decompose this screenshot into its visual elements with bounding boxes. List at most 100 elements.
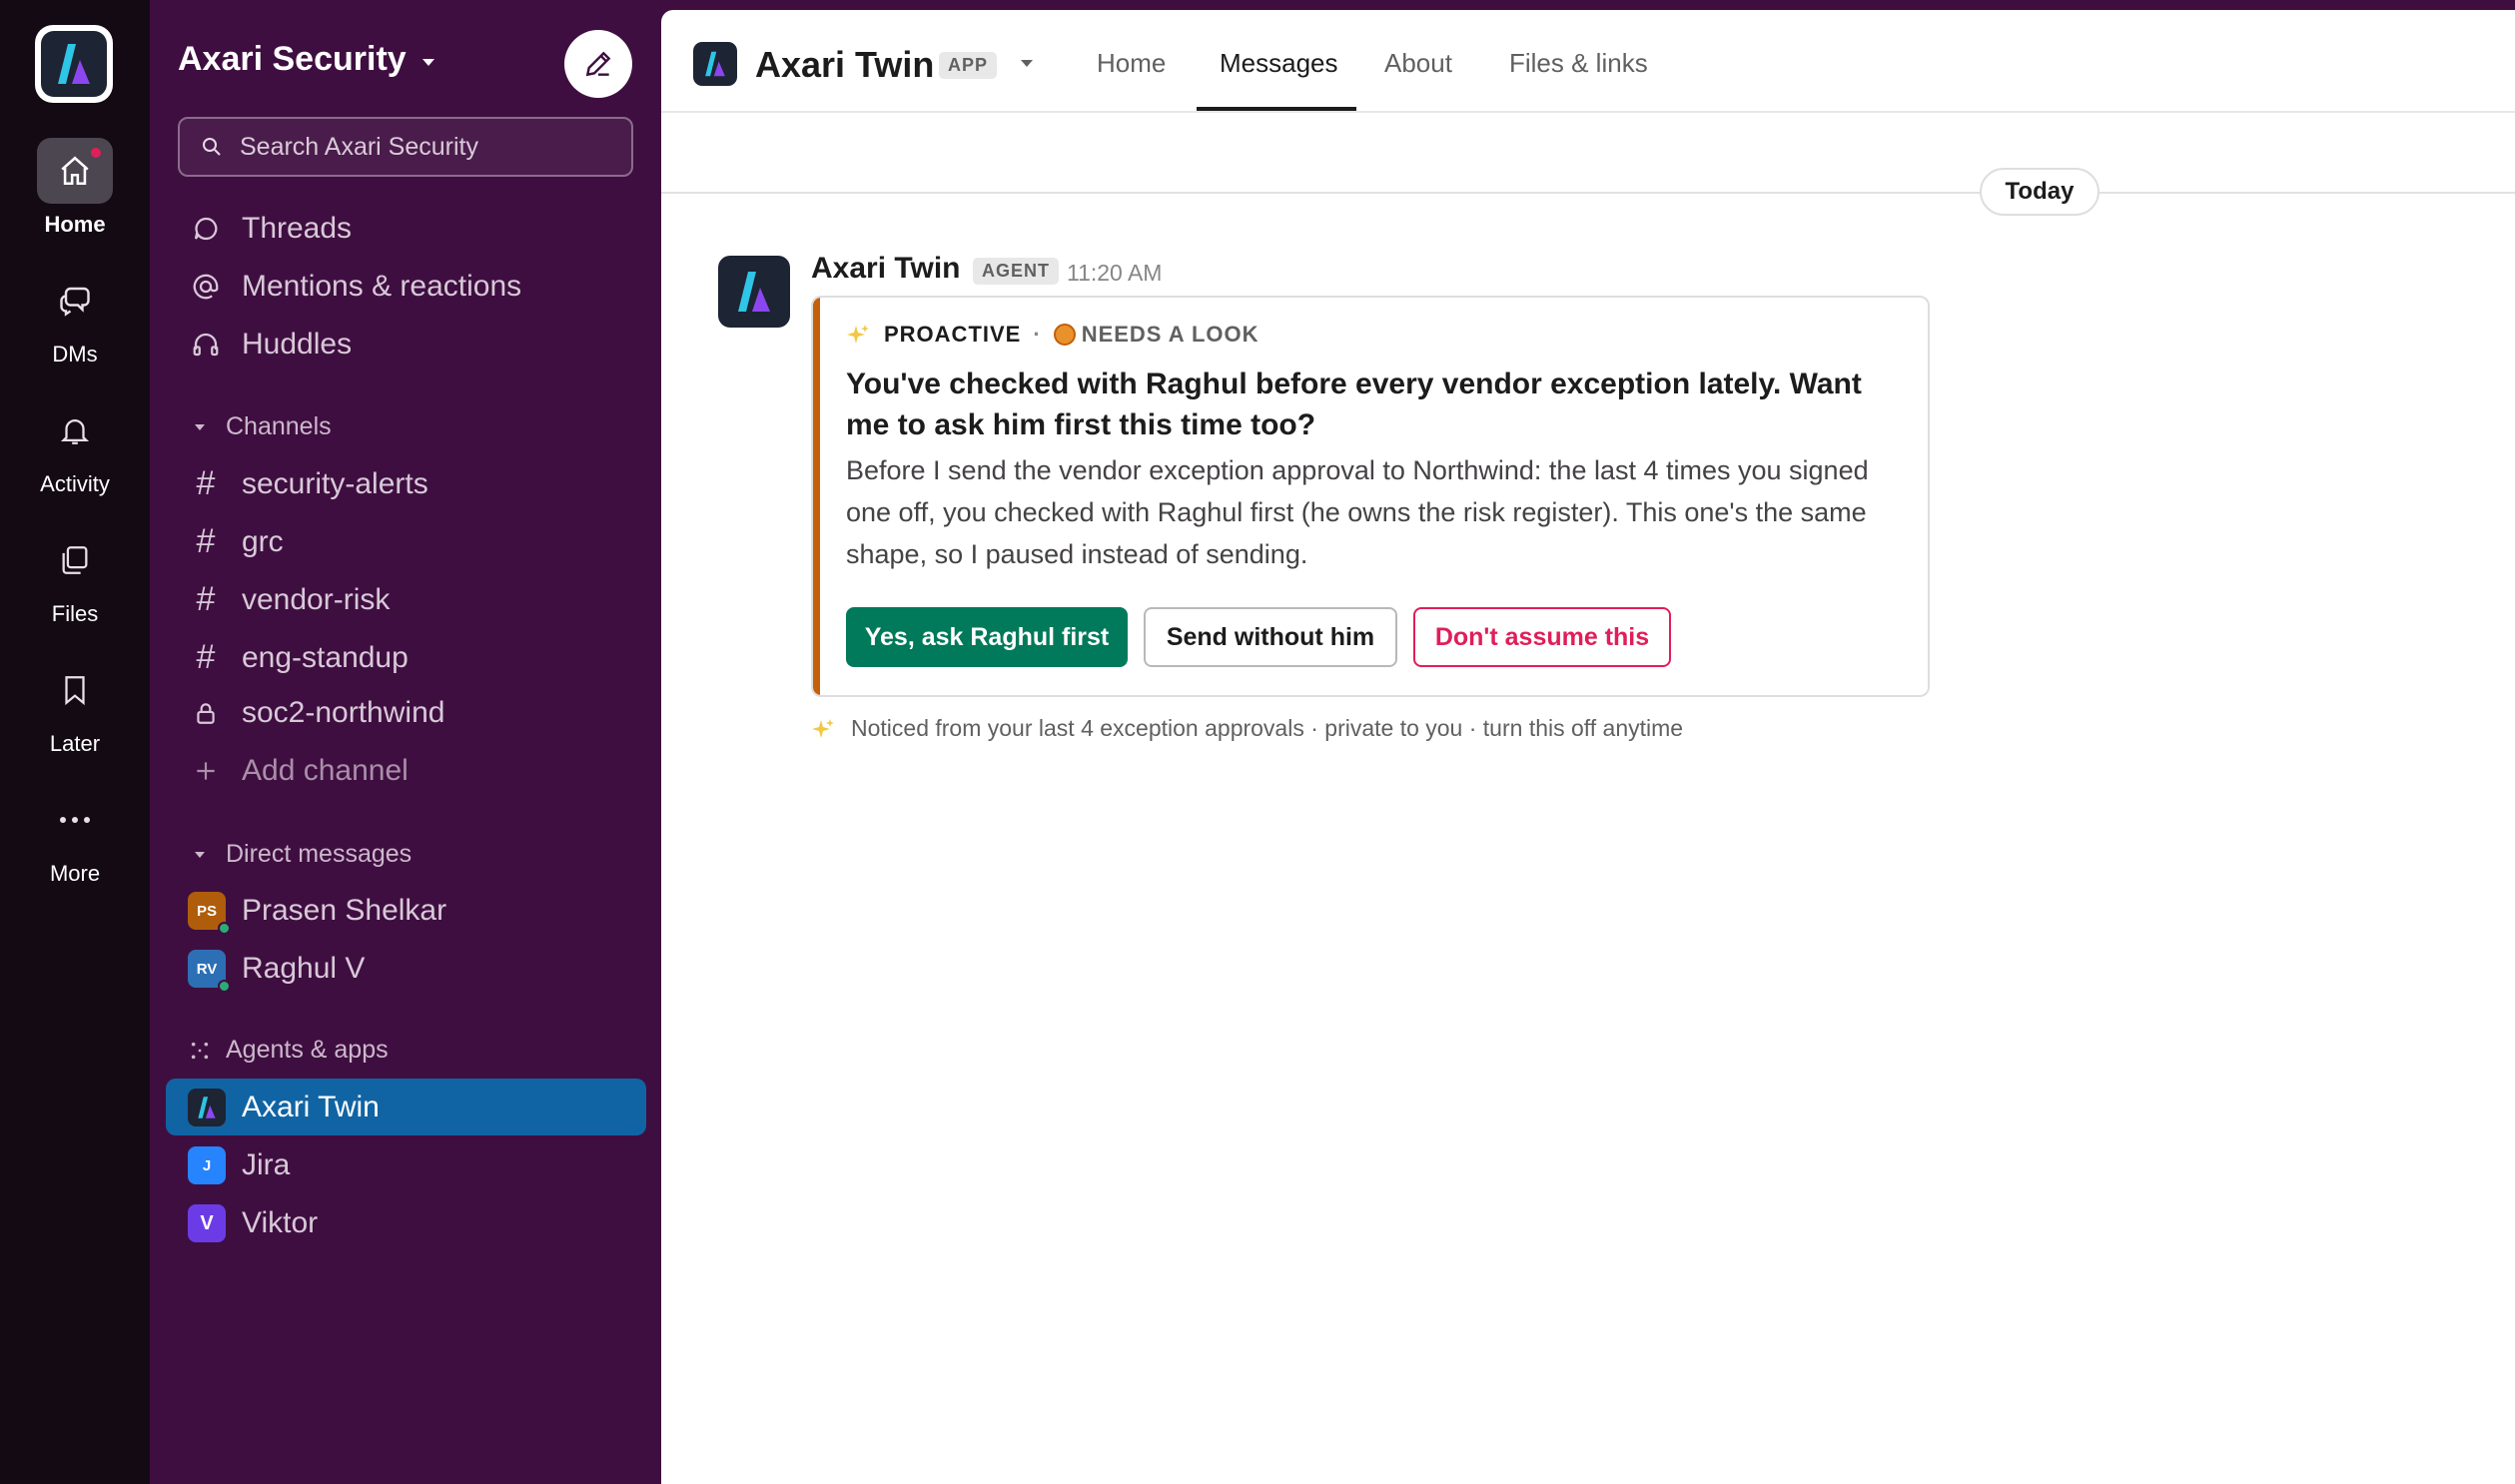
axari-logo-icon [705,51,725,77]
axari-logo-icon [58,44,90,84]
chevron-down-icon[interactable] [1019,58,1035,68]
card-title: You've checked with Raghul before every … [846,368,1862,441]
threads-icon [194,217,218,241]
sidebar-channel-security-alerts[interactable]: # security-alerts [190,464,428,503]
card-accent-bar [813,298,820,695]
sidebar-channel-eng-standup[interactable]: # eng-standup [190,638,409,677]
workspace-switcher[interactable]: Axari Security [178,40,436,79]
dm-label: Prasen Shelkar [242,894,447,927]
app-label: Viktor [242,1206,319,1239]
caret-down-icon [195,423,205,430]
proactive-card: PROACTIVE · NEEDS A LOOK You've checked … [811,296,1930,697]
sidebar-item-label: Huddles [242,328,353,361]
conversation-title[interactable]: Axari Twin [755,44,934,86]
lock-icon [197,703,215,724]
sidebar-app-axari-twin[interactable]: Axari Twin [188,1089,380,1126]
channel-label: grc [242,524,284,558]
pencil-icon [585,51,611,77]
message-avatar[interactable] [718,256,790,328]
files-icon [62,546,88,574]
workspace-logo[interactable] [35,25,113,103]
workspace-name: Axari Security [178,40,407,78]
ask-raghul-button[interactable]: Yes, ask Raghul first [846,607,1128,667]
home-icon [61,156,89,186]
channel-label: security-alerts [242,466,428,500]
avatar: V [188,1204,226,1242]
chevron-down-icon [421,58,434,66]
section-heading: Channels [226,412,332,440]
app-logo [693,42,737,86]
rail-label: More [49,861,101,886]
sidebar-dm-raghul-v[interactable]: RV Raghul V [188,950,365,993]
rail-files[interactable]: Files [0,527,150,627]
sparkles-icon [812,718,834,738]
sidebar-item-threads[interactable]: Threads [190,212,352,246]
channel-label: vendor-risk [242,582,391,616]
dms-icon [60,287,90,317]
status-label: NEEDS A LOOK [1081,322,1259,347]
sidebar-app-viktor[interactable]: V Viktor [188,1204,319,1242]
sidebar-channel-vendor-risk[interactable]: # vendor-risk [190,580,391,619]
dont-assume-button[interactable]: Don't assume this [1413,607,1671,667]
sidebar-channel-soc2-northwind[interactable]: soc2-northwind [190,696,444,730]
avatar: J [188,1146,226,1184]
compose-button[interactable] [564,30,632,98]
day-divider-line [661,192,2515,194]
search-input[interactable]: Search Axari Security [178,117,633,177]
meta-separator: · [1033,322,1042,347]
hash-icon: # [196,580,216,618]
presence-indicator [218,980,231,993]
rail-activity[interactable]: Activity [0,397,150,497]
card-tag: PROACTIVE [884,322,1022,347]
channel-label: eng-standup [242,640,409,674]
app-label: Jira [242,1148,291,1181]
apps-section-toggle[interactable]: Agents & apps [190,1036,389,1065]
dm-section-toggle[interactable]: Direct messages [190,840,412,869]
app-label: Axari Twin [242,1091,380,1123]
sidebar-app-jira[interactable]: J Jira [188,1146,291,1184]
sidebar-item-label: Mentions & reactions [242,270,522,303]
avatar-initials: PS [196,902,217,920]
caret-down-icon [195,851,205,858]
add-channel-label: Add channel [242,754,409,787]
apps-grid-icon [191,1042,209,1059]
axari-logo-icon [198,1097,216,1118]
day-divider[interactable]: Today [1980,168,2099,216]
axari-logo-icon [738,272,770,312]
channels-section-toggle[interactable]: Channels [190,412,332,441]
sidebar-dm-prasen-shelkar[interactable]: PS Prasen Shelkar [188,892,447,935]
tab-messages[interactable]: Messages [1220,48,1338,79]
app-badge: APP [939,52,998,79]
avatar-initials: V [200,1211,214,1234]
bell-icon [60,419,90,444]
add-channel-button[interactable]: Add channel [190,754,409,788]
message-sender[interactable]: Axari Twin [811,252,960,286]
rail-label: Home [44,212,106,237]
tab-home[interactable]: Home [1097,48,1166,79]
rail-more[interactable]: More [0,787,150,887]
rail-label: Files [51,601,99,626]
card-body: Before I send the vendor exception appro… [846,455,1869,569]
message-timestamp[interactable]: 11:20 AM [1067,260,1162,287]
channel-label: soc2-northwind [242,696,445,729]
rail-dms[interactable]: DMs [0,268,150,368]
section-heading: Direct messages [226,840,413,868]
hash-icon: # [196,638,216,676]
sidebar-item-huddles[interactable]: Huddles [190,328,352,362]
agent-badge: AGENT [973,258,1059,285]
tab-about[interactable]: About [1384,48,1452,79]
sidebar-item-mentions[interactable]: Mentions & reactions [190,270,521,304]
sidebar-channel-grc[interactable]: # grc [190,522,284,561]
search-icon [203,138,221,156]
avatar: PS [188,892,231,935]
tab-files-links[interactable]: Files & links [1509,48,1648,79]
rail-later[interactable]: Later [0,657,150,757]
rail-home[interactable]: Home [0,138,150,238]
rail-label: DMs [52,342,98,367]
presence-indicator [218,922,231,935]
headphones-icon [193,333,219,357]
sidebar: Axari Security Search Axari Security Thr… [150,0,661,1484]
main-pane: Axari Twin APP Home Messages About Files… [661,10,2515,1484]
send-without-button[interactable]: Send without him [1144,607,1397,667]
more-icon [60,817,90,823]
